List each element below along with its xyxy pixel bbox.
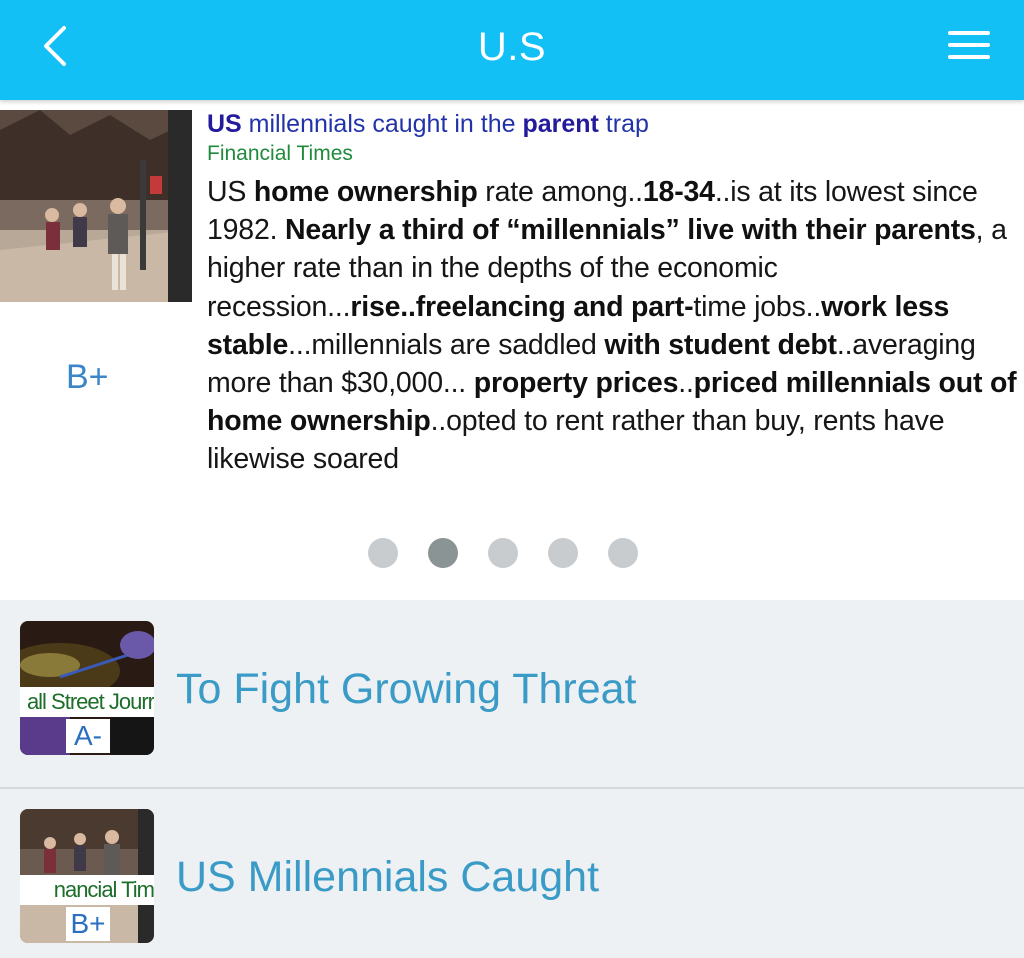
thumbnail-source-label: nancial Tim <box>20 875 154 905</box>
hamburger-menu-icon <box>948 31 990 59</box>
featured-source: Financial Times <box>207 142 353 165</box>
summary-segment: rate among.. <box>477 176 643 208</box>
list-item[interactable]: nancial Tim B+ US Millennials Caught <box>0 789 1024 958</box>
summary-segment: property prices <box>473 367 679 400</box>
featured-article-card[interactable]: B+ US millennials caught in the parent t… <box>0 100 1024 600</box>
list-item-thumbnail: nancial Tim B+ <box>20 809 154 943</box>
featured-headline[interactable]: US millennials caught in the parent trap <box>207 108 1024 140</box>
thumbnail-grade: B+ <box>66 907 110 941</box>
summary-segment: with student debt <box>604 328 837 361</box>
carousel-dot[interactable] <box>608 538 638 568</box>
list-item[interactable]: all Street Jourr A- To Fight Growing Thr… <box>0 601 1024 789</box>
featured-article-text: US millennials caught in the parent trap… <box>207 108 1024 479</box>
top-app-bar: U.S <box>0 0 1024 100</box>
menu-button[interactable] <box>944 22 996 70</box>
thumbnail-grade: A- <box>66 719 110 753</box>
featured-article-thumbnail <box>0 110 192 302</box>
list-item-title: US Millennials Caught <box>176 853 600 901</box>
summary-segment: Nearly a third of “millennials” live wit… <box>285 214 976 247</box>
thumbnail-source-label: all Street Jourr <box>20 687 154 717</box>
street-scene-image <box>0 110 192 302</box>
featured-grade: B+ <box>66 358 109 396</box>
carousel-dot[interactable] <box>488 538 518 568</box>
headline-part: trap <box>598 110 649 138</box>
headline-part: parent <box>522 110 599 138</box>
featured-summary: US home ownership rate among..18-34..is … <box>207 173 1024 479</box>
summary-segment: time jobs.. <box>693 290 822 323</box>
list-item-thumbnail: all Street Jourr A- <box>20 621 154 755</box>
summary-segment: ...millennials are saddled <box>288 328 605 361</box>
headline-part: US <box>207 110 242 138</box>
summary-segment: US <box>207 176 254 208</box>
summary-segment: .. <box>678 367 694 400</box>
carousel-indicator <box>368 538 668 570</box>
summary-segment: home ownership <box>253 176 478 208</box>
carousel-dot[interactable] <box>368 538 398 568</box>
list-item-title: To Fight Growing Threat <box>176 665 637 713</box>
carousel-dot[interactable] <box>548 538 578 568</box>
carousel-dot[interactable] <box>428 538 458 568</box>
summary-segment: rise..freelancing and part- <box>350 290 694 323</box>
headline-part: millennials caught in the <box>241 110 523 138</box>
summary-segment: 18-34 <box>642 176 715 208</box>
page-title: U.S <box>477 25 547 69</box>
